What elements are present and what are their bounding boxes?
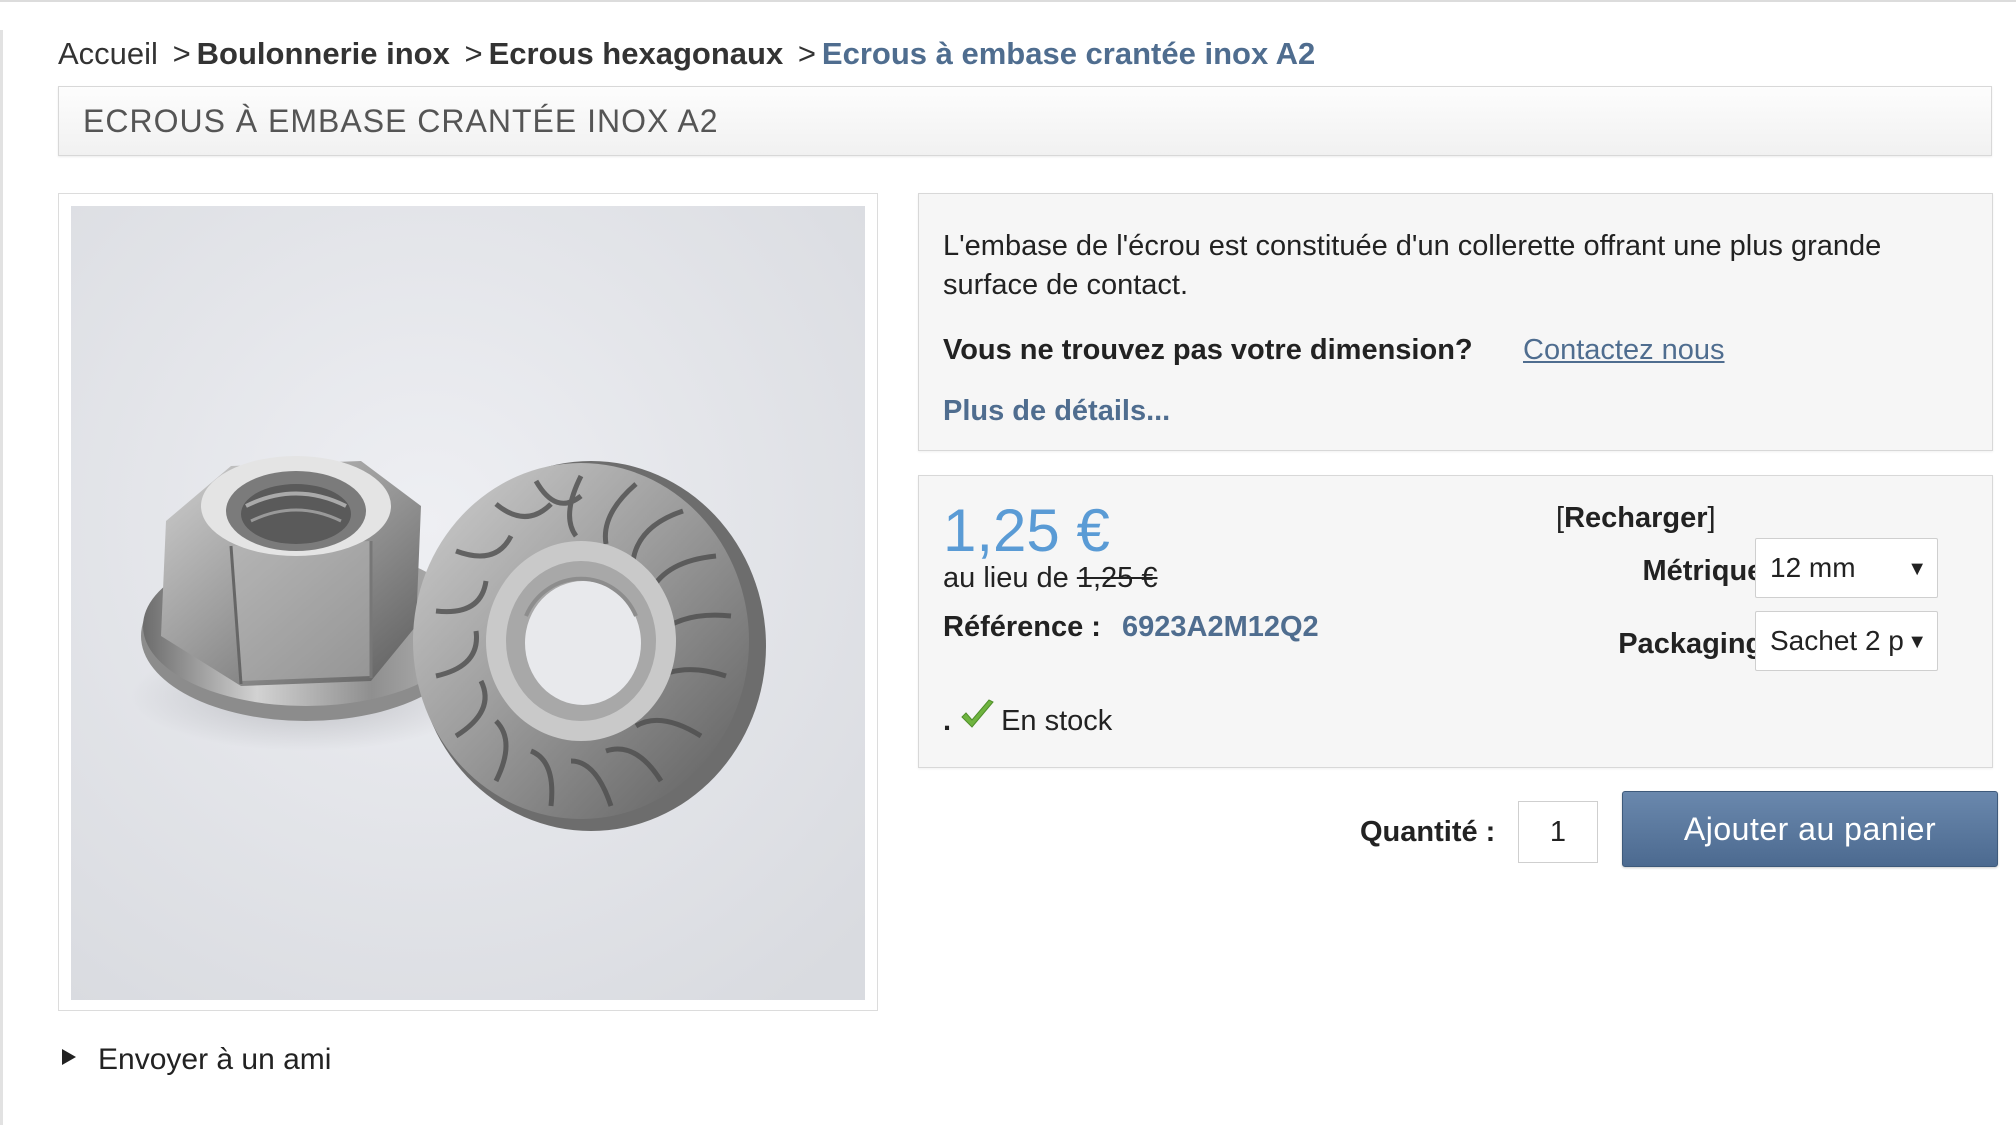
reference-value: 6923A2M12Q2: [1122, 611, 1319, 643]
flange-nut-photo[interactable]: [71, 206, 865, 1000]
instead-of-label: au lieu de: [943, 562, 1069, 594]
packaging-select-value: Sachet 2 pc: [1770, 625, 1918, 656]
send-to-friend-link[interactable]: Envoyer à un ami: [62, 1040, 331, 1080]
quantity-label: Quantité :: [1360, 816, 1496, 848]
product-description: L'embase de l'écrou est constituée d'un …: [943, 230, 1882, 301]
packaging-select[interactable]: Sachet 2 pc ▼: [1755, 611, 1938, 671]
reload-bracket-open: [: [1556, 502, 1565, 534]
stock-status: . En stock: [943, 698, 1112, 738]
price-panel: 1,25 € au lieu de 1,25 € Référence : 692…: [918, 475, 1993, 768]
quantity-input[interactable]: [1518, 801, 1598, 863]
breadcrumb-separator: >: [172, 36, 191, 71]
dimension-question: Vous ne trouvez pas votre dimension?: [943, 334, 1473, 366]
check-icon: [959, 698, 995, 734]
send-to-friend-label: Envoyer à un ami: [98, 1043, 332, 1076]
old-price-line: au lieu de 1,25 €: [943, 558, 1157, 598]
reference-label: Référence :: [943, 611, 1101, 643]
page-title-bar: ECROUS À EMBASE CRANTÉE INOX A2: [58, 86, 1992, 156]
left-divider: [0, 30, 3, 1125]
breadcrumb-current: Ecrous à embase crantée inox A2: [821, 36, 1316, 71]
breadcrumb-separator: >: [797, 36, 816, 71]
page-title: ECROUS À EMBASE CRANTÉE INOX A2: [83, 103, 719, 139]
metric-select-value: 12 mm: [1770, 552, 1856, 583]
triangle-right-icon: [62, 1049, 76, 1065]
breadcrumb: Accueil > Boulonnerie inox > Ecrous hexago…: [58, 34, 1315, 74]
chevron-down-icon: ▼: [1903, 628, 1927, 656]
old-price: 1,25 €: [1076, 562, 1158, 594]
stock-text: En stock: [1001, 705, 1113, 737]
breadcrumb-category-link[interactable]: Boulonnerie inox: [197, 36, 450, 71]
description-panel: L'embase de l'écrou est constituée d'un …: [918, 193, 1993, 451]
packaging-label: Packaging :: [1618, 628, 1781, 660]
metric-label: Métrique :: [1642, 555, 1781, 587]
product-image-frame: [58, 193, 878, 1011]
more-details-link[interactable]: Plus de détails...: [943, 391, 1170, 431]
breadcrumb-separator: >: [464, 36, 483, 71]
breadcrumb-subcategory-link[interactable]: Ecrous hexagonaux: [489, 36, 784, 71]
breadcrumb-home-link[interactable]: Accueil: [58, 36, 158, 71]
stock-prefix: .: [943, 705, 952, 737]
product-price: 1,25 €: [943, 497, 1110, 564]
metric-select[interactable]: 12 mm ▼: [1755, 538, 1938, 598]
chevron-down-icon: ▼: [1903, 555, 1927, 583]
reload-control: [Recharger]: [1556, 498, 1716, 538]
top-divider: [0, 0, 2016, 2]
reload-button[interactable]: Recharger: [1564, 502, 1707, 534]
reload-bracket-close: ]: [1707, 502, 1716, 534]
contact-us-link[interactable]: Contactez nous: [1523, 330, 1725, 370]
add-to-cart-button[interactable]: Ajouter au panier: [1622, 791, 1998, 867]
